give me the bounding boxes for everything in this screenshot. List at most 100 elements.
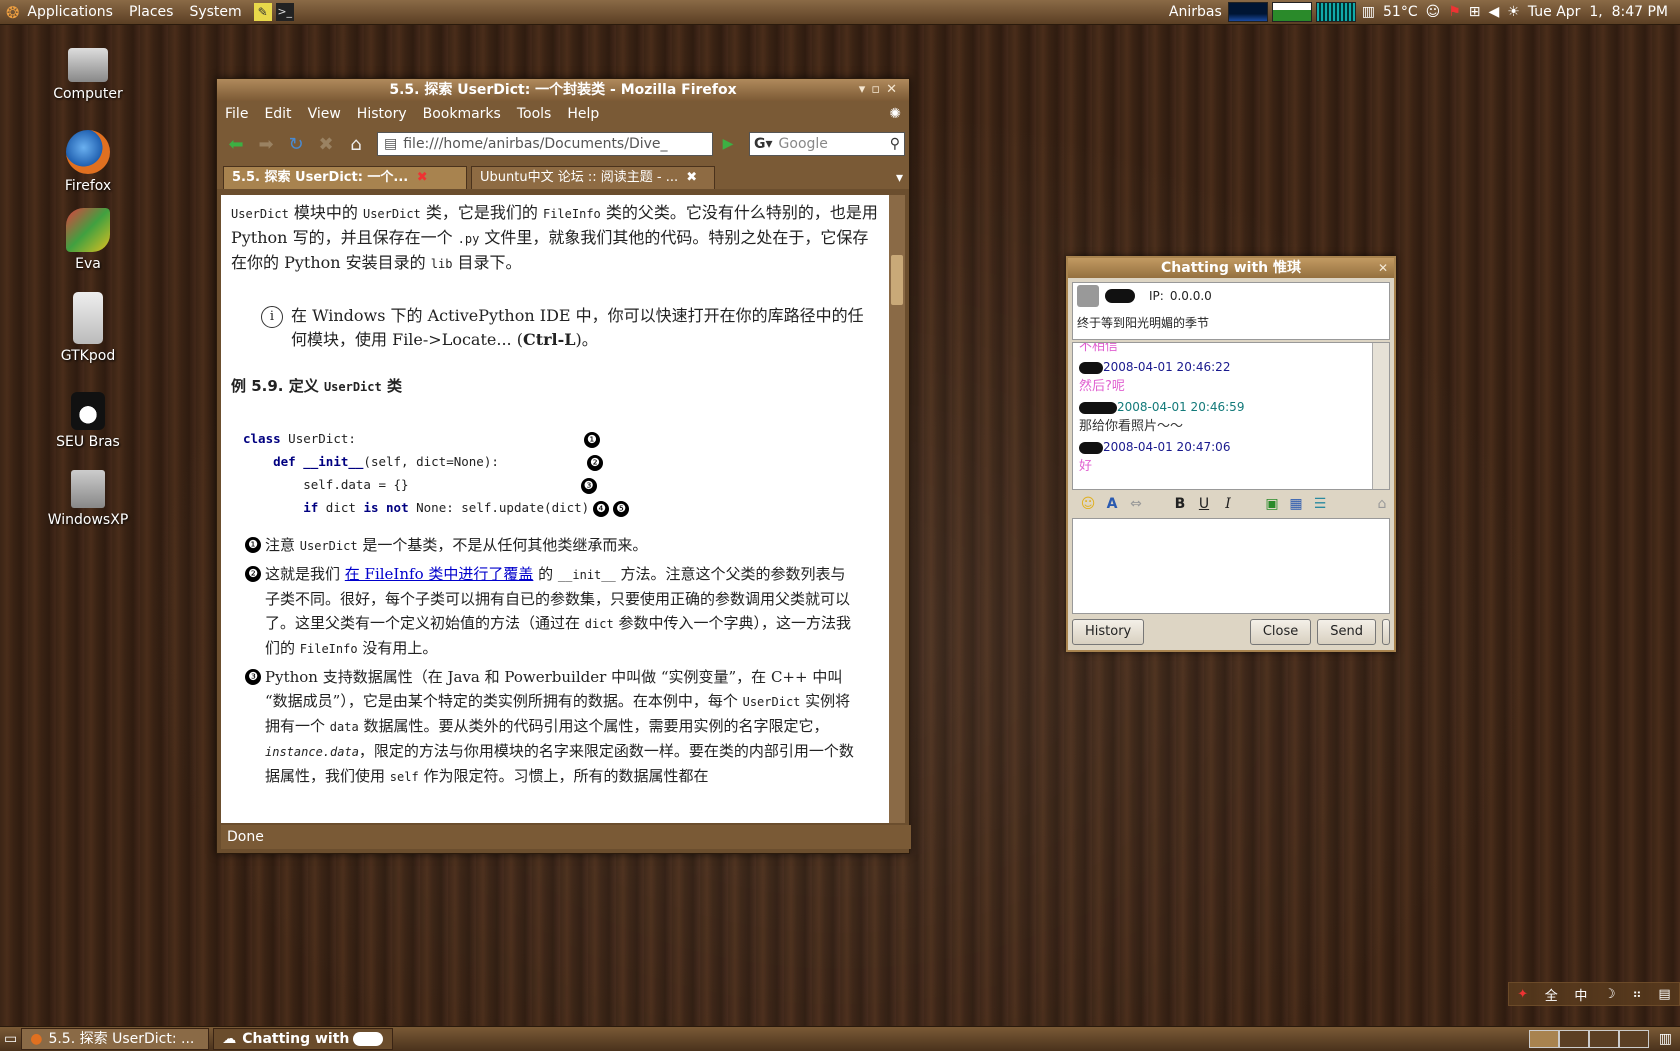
terminal-launcher-icon[interactable]: >_ <box>275 3 294 21</box>
tab-close-icon[interactable]: ✖ <box>417 170 428 185</box>
callout-marker[interactable]: ❸ <box>580 478 597 494</box>
tab-list-icon[interactable]: ▾ <box>896 167 903 189</box>
message-input[interactable] <box>1072 518 1390 614</box>
bold-icon[interactable]: B <box>1168 496 1192 512</box>
system-menu[interactable]: System <box>181 0 249 24</box>
font-icon[interactable]: A <box>1100 496 1124 512</box>
notification-icon[interactable]: ⚑ <box>1444 0 1465 24</box>
italic-icon[interactable]: I <box>1216 496 1240 512</box>
memory-monitor-graph[interactable] <box>1271 2 1312 22</box>
message-scrollbar[interactable] <box>1372 343 1389 489</box>
notes-launcher-icon[interactable]: ✎ <box>253 3 272 21</box>
callout-marker[interactable]: ❷ <box>586 455 603 471</box>
override-link[interactable]: 在 FileInfo 类中进行了覆盖 <box>345 565 534 583</box>
chat-title: Chatting with 惟琪 <box>1161 260 1301 276</box>
callout-marker[interactable]: ❺ <box>613 501 630 517</box>
tab-userdict[interactable]: 5.5. 探索 UserDict: 一个... ✖ <box>223 166 467 189</box>
menu-help[interactable]: Help <box>559 106 607 122</box>
send-button[interactable]: Send <box>1317 619 1376 645</box>
cpu-monitor-graph[interactable] <box>1227 2 1268 22</box>
close-icon[interactable]: ✕ <box>886 82 903 97</box>
ime-chinese-toggle[interactable]: 中 <box>1574 985 1587 1004</box>
volume-icon[interactable]: ◀ <box>1485 0 1504 24</box>
desktop-icon-gtkpod[interactable]: GTKpod <box>40 292 136 364</box>
back-button[interactable]: ⬅ <box>223 131 249 157</box>
ime-punctuation-icon[interactable]: ☽ <box>1604 987 1616 1002</box>
url-bar[interactable]: ▤ file:///home/anirbas/Documents/Dive_ <box>377 132 713 156</box>
network-monitor-graph[interactable] <box>1315 2 1356 22</box>
ime-menu-icon[interactable]: ▤ <box>1658 987 1670 1002</box>
chat-titlebar[interactable]: Chatting with 惟琪 ✕ <box>1068 258 1394 278</box>
callout-marker[interactable]: ❸ <box>245 669 261 685</box>
menu-tools[interactable]: Tools <box>509 106 560 122</box>
expand-icon[interactable]: ⌂ <box>1370 496 1394 512</box>
applications-menu[interactable]: Applications <box>19 0 121 24</box>
ubuntu-logo-icon[interactable]: ❂ <box>6 3 19 22</box>
shortcut: Ctrl-L <box>522 330 576 349</box>
go-button[interactable]: ▶ <box>715 131 741 157</box>
underline-icon[interactable]: U <box>1192 496 1216 512</box>
ime-keyboard-icon[interactable]: ⠶ <box>1632 987 1642 1002</box>
text: 的 <box>533 565 558 583</box>
send-image-icon[interactable]: ▣ <box>1260 496 1284 512</box>
trash-icon[interactable]: ▥ <box>1358 0 1379 24</box>
stop-button[interactable]: ✖ <box>313 131 339 157</box>
desktop-icon-eva[interactable]: Eva <box>40 208 136 272</box>
menu-bookmarks[interactable]: Bookmarks <box>415 106 509 122</box>
show-desktop-icon[interactable]: ▭ <box>4 1031 17 1047</box>
firefox-titlebar[interactable]: 5.5. 探索 UserDict: 一个封装类 - Mozilla Firefo… <box>217 79 909 101</box>
workspace-3[interactable] <box>1588 1030 1619 1048</box>
places-menu[interactable]: Places <box>121 0 182 24</box>
search-bar[interactable]: G▾ Google ⚲ <box>749 132 905 156</box>
home-button[interactable]: ⌂ <box>343 131 369 157</box>
callout-marker[interactable]: ❹ <box>593 501 610 517</box>
maximize-icon[interactable]: ▫ <box>871 82 886 97</box>
workspace-2[interactable] <box>1558 1030 1589 1048</box>
reload-button[interactable]: ↻ <box>283 131 309 157</box>
user-name[interactable]: Anirbas <box>1165 0 1226 24</box>
chat-tray-icon[interactable]: ☺ <box>1422 0 1445 24</box>
page-scrollbar[interactable] <box>889 195 905 823</box>
message-timestamp: 2008-04-01 20:47:06 <box>1103 440 1231 454</box>
workspace-switcher[interactable] <box>1528 1030 1649 1048</box>
scrollbar-thumb[interactable] <box>891 255 903 305</box>
desktop-icon-computer[interactable]: Computer <box>40 48 136 102</box>
quick-reply-icon[interactable]: ☰ <box>1308 496 1332 512</box>
callout-marker[interactable]: ❷ <box>245 566 261 582</box>
ime-fullwidth-toggle[interactable]: 全 <box>1545 985 1558 1004</box>
tab-close-icon[interactable]: ✖ <box>686 170 697 185</box>
desktop-icon-firefox[interactable]: Firefox <box>40 130 136 194</box>
callout-marker[interactable]: ❶ <box>583 432 600 448</box>
workspace-1[interactable] <box>1528 1030 1559 1048</box>
task-firefox[interactable]: ● 5.5. 探索 UserDict: ... <box>21 1028 210 1050</box>
emoticon-icon[interactable]: ☺ <box>1076 496 1100 512</box>
tab-ubuntu-forum[interactable]: Ubuntu中文 论坛 :: 阅读主题 - ... ✖ <box>471 166 715 189</box>
menu-view[interactable]: View <box>300 106 349 122</box>
forward-button[interactable]: ➡ <box>253 131 279 157</box>
menu-file[interactable]: File <box>217 106 256 122</box>
weather-sun-icon[interactable]: ☀ <box>1503 0 1524 24</box>
screenshot-icon[interactable]: ▦ <box>1284 496 1308 512</box>
desktop-icon-windowsxp[interactable]: WindowsXP <box>40 470 136 528</box>
code-text: self.data = {} <box>303 477 409 492</box>
google-icon[interactable]: G▾ <box>754 136 773 152</box>
menu-edit[interactable]: Edit <box>256 106 299 122</box>
workspace-4[interactable] <box>1618 1030 1649 1048</box>
task-chat[interactable]: ☁ Chatting with <box>213 1028 394 1050</box>
desktop-icon-seu-bras[interactable]: SEU Bras <box>40 392 136 450</box>
clock[interactable]: Tue Apr 1, 8:47 PM <box>1524 0 1672 24</box>
callout-marker[interactable]: ❶ <box>245 537 261 553</box>
menu-history[interactable]: History <box>349 106 415 122</box>
close-button[interactable]: Close <box>1249 619 1312 645</box>
send-options-button[interactable] <box>1382 619 1390 645</box>
link-icon[interactable]: ⇔ <box>1124 496 1148 512</box>
trash-icon[interactable]: ▥ <box>1659 1031 1672 1047</box>
ime-logo-icon[interactable]: ✦ <box>1517 987 1528 1002</box>
page-icon: ▤ <box>384 136 398 152</box>
minimize-icon[interactable]: ▾ <box>859 82 872 97</box>
network-icon[interactable]: ⊞ <box>1465 0 1485 24</box>
close-icon[interactable]: ✕ <box>1378 258 1388 278</box>
history-button[interactable]: History <box>1072 619 1145 645</box>
search-icon[interactable]: ⚲ <box>890 136 900 152</box>
avatar[interactable] <box>1077 285 1099 307</box>
